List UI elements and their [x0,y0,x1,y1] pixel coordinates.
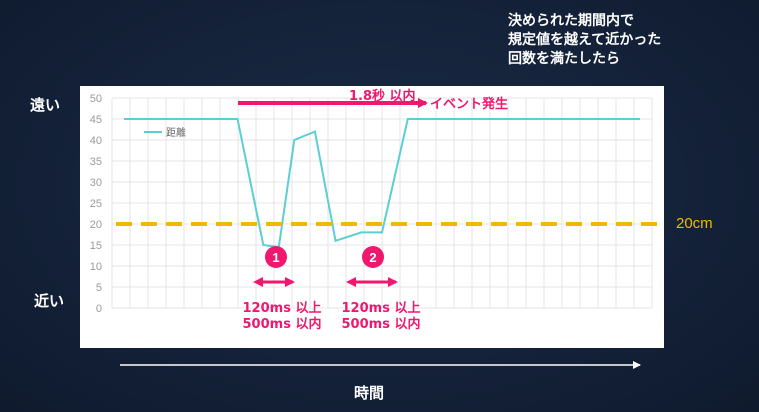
y-tick-label: 5 [96,282,102,294]
threshold-label: 20cm [676,215,713,232]
step-2-number: 2 [369,250,376,265]
y-tick-label: 25 [90,198,102,210]
y-tick-label: 20 [90,219,102,231]
legend: 距離 [144,126,186,139]
y-tick-label: 45 [90,114,102,126]
distance-chart: 0 5 10 15 20 25 30 35 40 45 50 20cm 距離 1.8秒 以内 イベン… [90,88,713,369]
range-1-line-1: 120ms 以上 [243,301,322,316]
y-tick-label: 40 [90,135,102,147]
range-2-line-1: 120ms 以上 [342,301,421,316]
window-label: 1.8秒 以内 [349,88,416,104]
step-2-badge: 2 [362,246,384,268]
time-axis-label: 時間 [354,384,385,402]
y-tick-label: 30 [90,177,102,189]
y-tick-label: 10 [90,261,102,273]
y-tick-label: 0 [96,303,102,315]
event-label: イベント発生 [430,96,508,112]
y-tick-label: 50 [90,93,102,105]
step-1-badge: 1 [265,246,287,268]
range-2-line-2: 500ms 以内 [342,316,421,332]
y-tick-label: 35 [90,156,102,168]
range-1-line-2: 500ms 以内 [243,316,322,332]
y-tick-label: 15 [90,240,102,252]
legend-label: 距離 [166,126,186,139]
step-1-number: 1 [272,250,279,265]
